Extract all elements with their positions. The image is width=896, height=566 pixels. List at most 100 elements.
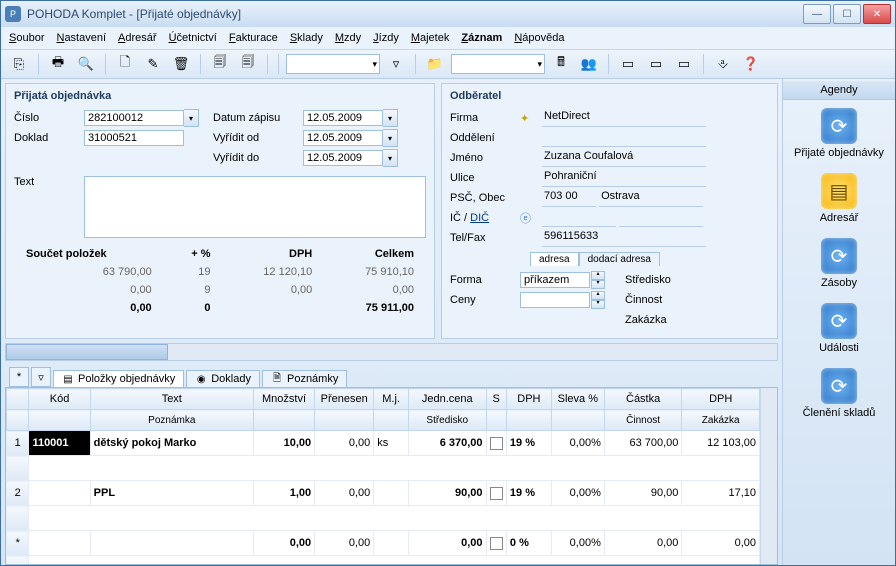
vyridit-od-input[interactable]: [303, 130, 383, 146]
table-row[interactable]: 1110001dětský pokoj Marko10,000,00ks6 37…: [7, 431, 760, 456]
table-row[interactable]: *0,000,000,000 %0,00%0,000,00: [7, 531, 760, 556]
sidebar-item-členění-skladů[interactable]: ⟳Členění skladů: [794, 360, 884, 425]
tel-value[interactable]: 596115633: [542, 230, 706, 247]
col-Sleva %[interactable]: Sleva %: [551, 389, 604, 410]
ic-value[interactable]: [542, 210, 616, 227]
col-Částka[interactable]: Částka: [604, 389, 682, 410]
toolbar-btn-19[interactable]: 👥: [577, 52, 601, 76]
sidebar-item-zásoby[interactable]: ⟳Zásoby: [794, 230, 884, 295]
ulice-value[interactable]: Pohraniční: [542, 170, 706, 187]
toolbar-btn-2[interactable]: 🖶: [46, 52, 70, 76]
vyridit-do-input[interactable]: [303, 150, 383, 166]
menu-mzdy[interactable]: Mzdy: [335, 32, 361, 44]
table-row-sub[interactable]: [7, 506, 760, 531]
table-row-sub[interactable]: [7, 556, 760, 565]
calendar-icon[interactable]: ▾: [383, 149, 398, 167]
spin-down-icon[interactable]: ▾: [591, 300, 605, 309]
ceny-input[interactable]: [520, 292, 590, 308]
toolbar-btn-3[interactable]: 🔍: [74, 52, 98, 76]
menu-jízdy[interactable]: Jízdy: [373, 32, 399, 44]
checkbox[interactable]: [490, 437, 503, 450]
menu-sklady[interactable]: Sklady: [290, 32, 323, 44]
vyridit-do-label: Vyřídit do: [213, 152, 303, 164]
maximize-button[interactable]: ☐: [833, 4, 861, 24]
tab-položky-objednávky[interactable]: ▤Položky objednávky: [53, 370, 184, 387]
firma-value[interactable]: NetDirect: [542, 110, 706, 127]
table-row[interactable]: 2PPL1,000,0090,0019 %0,00%90,0017,10: [7, 481, 760, 506]
psc-value[interactable]: 703 00: [542, 190, 596, 207]
forma-input[interactable]: [520, 272, 590, 288]
col-DPH[interactable]: DPH: [506, 389, 551, 410]
menu-účetnictví[interactable]: Účetnictví: [169, 32, 217, 44]
tab-poznámky[interactable]: 🗎Poznámky: [262, 370, 347, 387]
col-Kód[interactable]: Kód: [29, 389, 90, 410]
minimize-button[interactable]: —: [803, 4, 831, 24]
ie-icon[interactable]: ⓔ: [520, 210, 542, 226]
form-hscrollbar[interactable]: [5, 343, 778, 361]
toolbar-btn-22[interactable]: ▭: [644, 52, 668, 76]
sidebar-item-události[interactable]: ⟳Události: [794, 295, 884, 360]
toolbar-btn-25[interactable]: ⎀: [711, 52, 735, 76]
table-row-sub[interactable]: [7, 456, 760, 481]
tab-filter-icon[interactable]: ▿: [31, 367, 51, 387]
menu-nastavení[interactable]: Nastavení: [56, 32, 106, 44]
doklad-input[interactable]: [84, 130, 184, 146]
spin-up-icon[interactable]: ▴: [591, 291, 605, 300]
toolbar-btn-23[interactable]: ▭: [672, 52, 696, 76]
toolbar-btn-14[interactable]: ▿: [384, 52, 408, 76]
firma-icon[interactable]: ✦: [520, 112, 542, 125]
col-Množství[interactable]: Množství: [253, 389, 314, 410]
spin-down-icon[interactable]: ▾: [591, 280, 605, 289]
toolbar-btn-16[interactable]: 📁: [423, 52, 447, 76]
items-grid: KódTextMnožstvíPřenesenM.j.Jedn.cenaSDPH…: [5, 388, 778, 565]
tab-new-icon[interactable]: *: [9, 367, 29, 387]
toolbar-btn-10[interactable]: 🗐: [236, 52, 260, 76]
menu-majetek[interactable]: Majetek: [411, 32, 450, 44]
window-title: POHODA Komplet - [Přijaté objednávky]: [27, 7, 241, 21]
toolbar-btn-26[interactable]: ❓: [739, 52, 763, 76]
col-Jedn.cena[interactable]: Jedn.cena: [408, 389, 486, 410]
col-[interactable]: [7, 389, 29, 410]
col-Text[interactable]: Text: [90, 389, 253, 410]
toolbar-btn-21[interactable]: ▭: [616, 52, 640, 76]
toolbar-btn-18[interactable]: 🖩: [549, 52, 573, 76]
cislo-dropdown-icon[interactable]: ▾: [184, 109, 199, 127]
close-button[interactable]: ✕: [863, 4, 891, 24]
menu-záznam[interactable]: Záznam: [461, 32, 502, 44]
menu-nápověda[interactable]: Nápověda: [514, 32, 564, 44]
dic-link[interactable]: DIČ: [470, 212, 489, 224]
col-S[interactable]: S: [486, 389, 506, 410]
toolbar-btn-9[interactable]: 🗐: [208, 52, 232, 76]
obec-value[interactable]: Ostrava: [599, 190, 703, 207]
col-DPH[interactable]: DPH: [682, 389, 760, 410]
menu-adresář[interactable]: Adresář: [118, 32, 157, 44]
tab-adresa[interactable]: adresa: [530, 252, 579, 266]
grid-vscrollbar[interactable]: [760, 388, 777, 564]
spin-up-icon[interactable]: ▴: [591, 271, 605, 280]
menu-soubor[interactable]: Soubor: [9, 32, 44, 44]
toolbar-combo[interactable]: ▾: [286, 54, 380, 74]
toolbar-combo[interactable]: ▾: [451, 54, 545, 74]
col-Přenesen[interactable]: Přenesen: [315, 389, 374, 410]
cislo-input[interactable]: [84, 110, 184, 126]
sidebar-item-adresář[interactable]: ▤Adresář: [794, 165, 884, 230]
col-M.j.[interactable]: M.j.: [374, 389, 409, 410]
checkbox[interactable]: [490, 487, 503, 500]
jmeno-value[interactable]: Zuzana Coufalová: [542, 150, 706, 167]
datum-zapisu-input[interactable]: [303, 110, 383, 126]
toolbar: ⎘🖶🔍🗋✎🗑🗐🗐▾▿📁▾🖩👥▭▭▭⎀❓: [1, 50, 895, 79]
sidebar-item-přijaté-objednávky[interactable]: ⟳Přijaté objednávky: [794, 100, 884, 165]
dic-value[interactable]: [619, 210, 703, 227]
tab-doklady[interactable]: ◉Doklady: [186, 370, 260, 387]
toolbar-btn-6[interactable]: ✎: [141, 52, 165, 76]
calendar-icon[interactable]: ▾: [383, 129, 398, 147]
checkbox[interactable]: [490, 537, 503, 550]
toolbar-btn-7[interactable]: 🗑: [169, 52, 193, 76]
tab-dodaci-adresa[interactable]: dodací adresa: [579, 252, 660, 266]
calendar-icon[interactable]: ▾: [383, 109, 398, 127]
text-textarea[interactable]: [84, 176, 426, 238]
toolbar-btn-0[interactable]: ⎘: [7, 52, 31, 76]
oddeleni-value[interactable]: [542, 130, 706, 147]
toolbar-btn-5[interactable]: 🗋: [113, 52, 137, 76]
menu-fakturace[interactable]: Fakturace: [229, 32, 278, 44]
